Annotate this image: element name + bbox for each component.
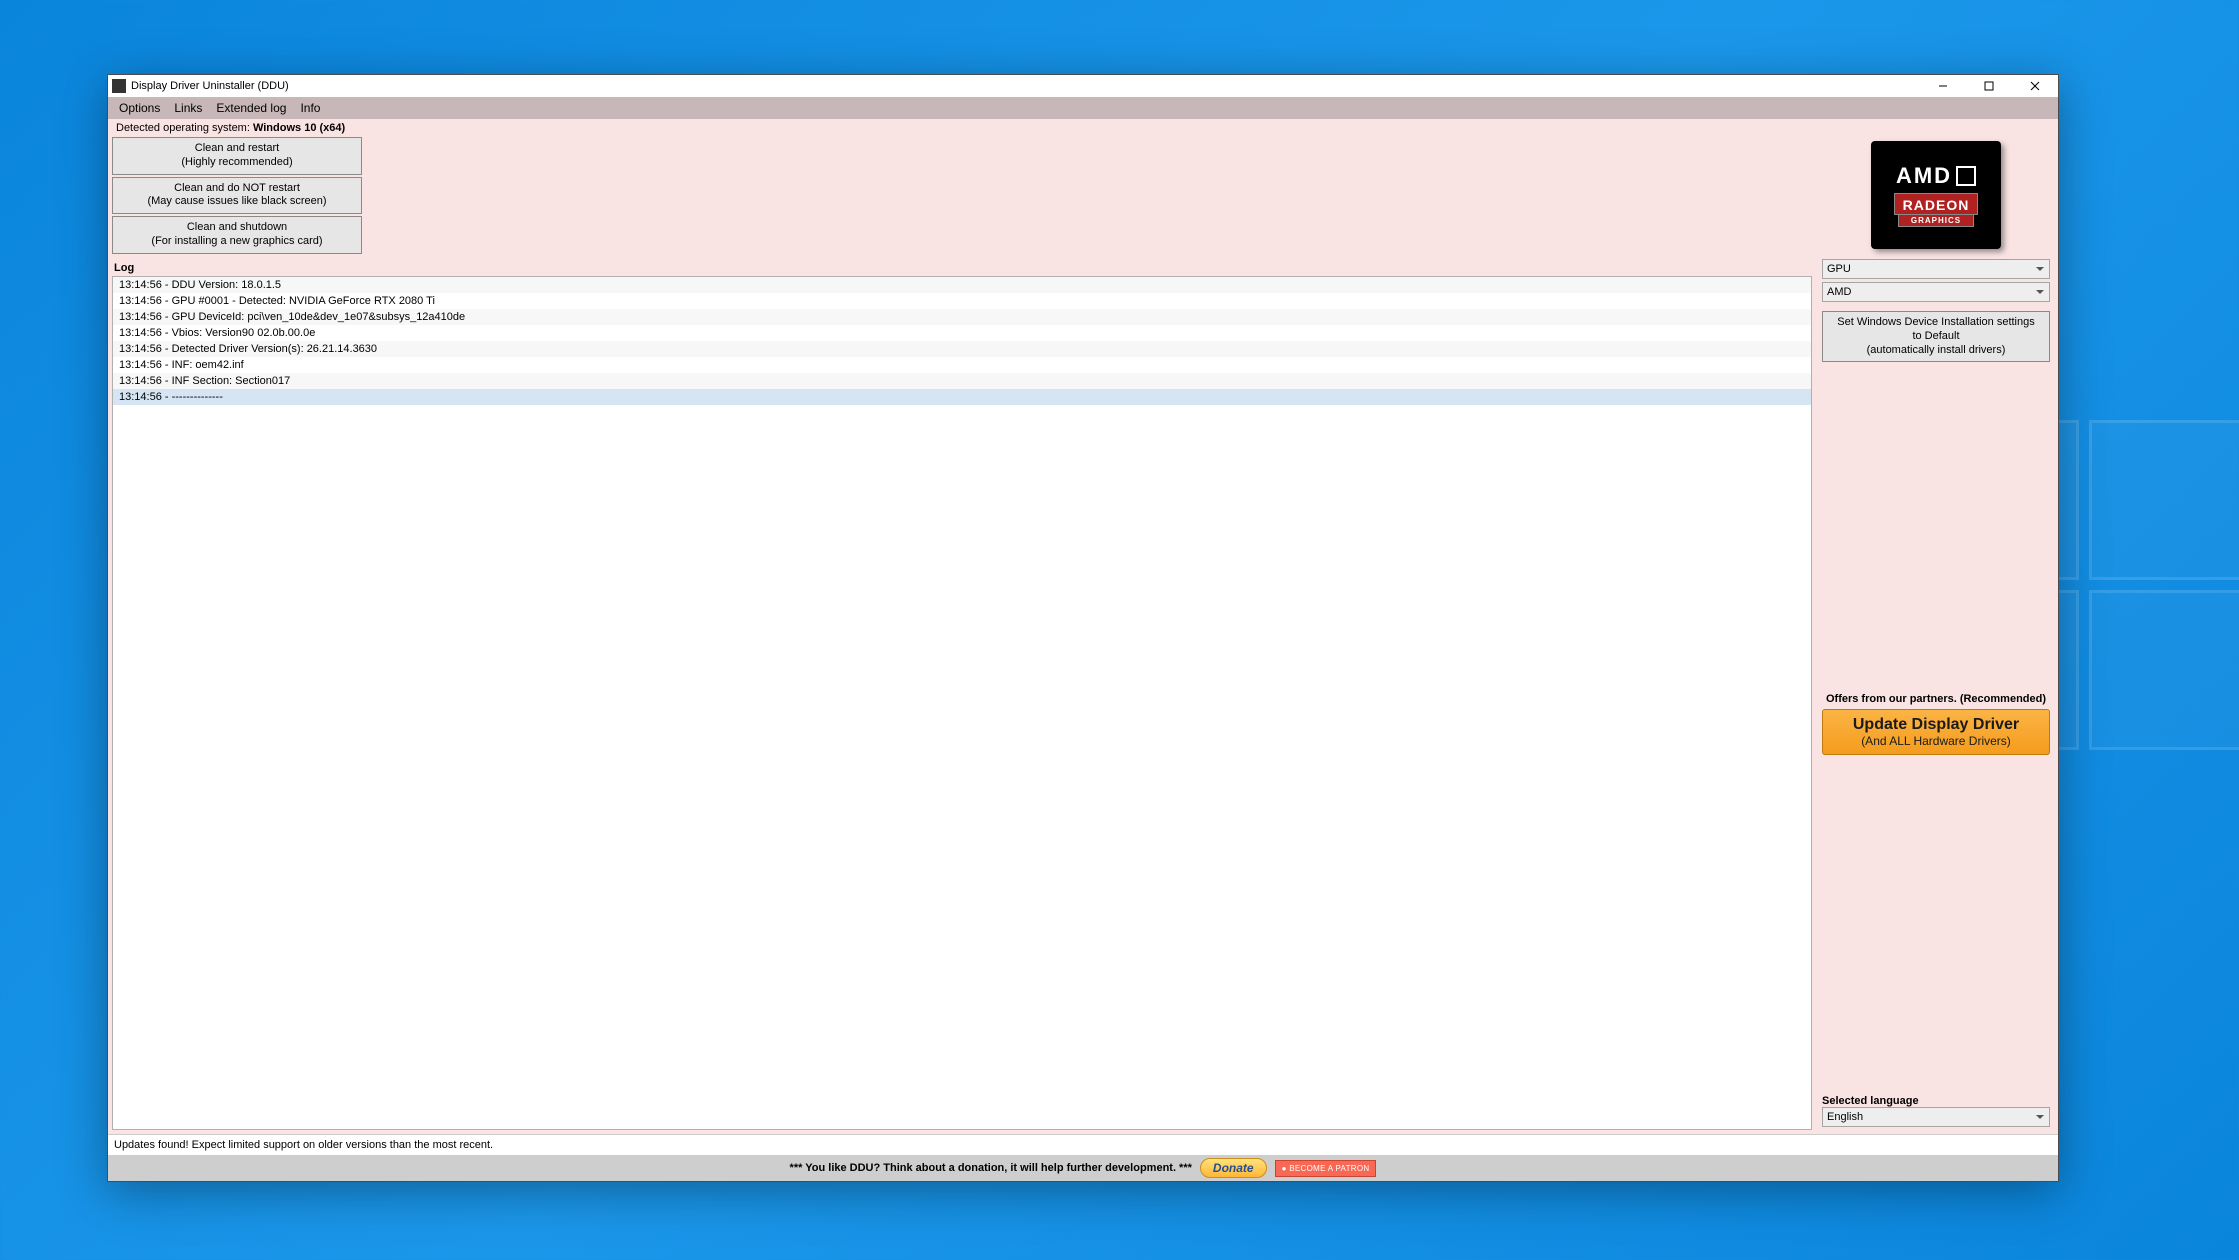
maximize-button[interactable]: [1966, 75, 2012, 97]
vendor-select[interactable]: AMD: [1822, 282, 2050, 302]
clean-and-shutdown-button[interactable]: Clean and shutdown (For installing a new…: [112, 216, 362, 254]
device-type-select[interactable]: GPU: [1822, 259, 2050, 279]
set-device-install-default-button[interactable]: Set Windows Device Installation settings…: [1822, 311, 2050, 362]
update-display-driver-button[interactable]: Update Display Driver (And ALL Hardware …: [1822, 709, 2050, 755]
language-label: Selected language: [1822, 1095, 2050, 1107]
clean-restart-line2: (Highly recommended): [115, 156, 359, 170]
menu-links[interactable]: Links: [167, 98, 209, 118]
vendor-logo: AMD RADEON GRAPHICS: [1871, 141, 2001, 249]
brand-radeon-text: RADEON: [1894, 193, 1979, 215]
language-select[interactable]: English: [1822, 1107, 2050, 1127]
clean-norestart-line2: (May cause issues like black screen): [115, 195, 359, 209]
os-detected-label: Detected operating system: Windows 10 (x…: [108, 119, 2058, 137]
os-prefix: Detected operating system:: [116, 122, 253, 134]
right-column: AMD RADEON GRAPHICS GPU AMD Set Windows …: [1822, 137, 2054, 1130]
log-entry[interactable]: 13:14:56 - INF Section: Section017: [113, 373, 1811, 389]
log-entry[interactable]: 13:14:56 - DDU Version: 18.0.1.5: [113, 277, 1811, 293]
update-driver-line1: Update Display Driver: [1827, 716, 2045, 734]
clean-restart-line1: Clean and restart: [115, 142, 359, 156]
menu-info[interactable]: Info: [293, 98, 327, 118]
window-title: Display Driver Uninstaller (DDU): [131, 80, 289, 92]
set-default-line3: (automatically install drivers): [1825, 344, 2047, 358]
vendor-value: AMD: [1827, 286, 1851, 298]
ddu-window: Display Driver Uninstaller (DDU) Options…: [107, 74, 2059, 1182]
update-driver-line2: (And ALL Hardware Drivers): [1827, 734, 2045, 748]
log-entry[interactable]: 13:14:56 - Vbios: Version90 02.0b.00.0e: [113, 325, 1811, 341]
set-default-line2: to Default: [1825, 330, 2047, 344]
offers-label: Offers from our partners. (Recommended): [1822, 693, 2050, 705]
clean-shutdown-line1: Clean and shutdown: [115, 221, 359, 235]
maximize-icon: [1984, 81, 1994, 91]
app-icon: [112, 79, 126, 93]
clean-no-restart-button[interactable]: Clean and do NOT restart (May cause issu…: [112, 177, 362, 215]
menubar: Options Links Extended log Info: [108, 97, 2058, 119]
status-text: Updates found! Expect limited support on…: [114, 1139, 493, 1151]
log-label: Log: [112, 260, 1812, 276]
clean-shutdown-line2: (For installing a new graphics card): [115, 235, 359, 249]
device-type-value: GPU: [1827, 263, 1851, 275]
close-icon: [2030, 81, 2040, 91]
clean-and-restart-button[interactable]: Clean and restart (Highly recommended): [112, 137, 362, 175]
brand-graphics-text: GRAPHICS: [1898, 215, 1974, 227]
donate-bar: *** You like DDU? Think about a donation…: [108, 1155, 2058, 1181]
titlebar[interactable]: Display Driver Uninstaller (DDU): [108, 75, 2058, 97]
log-entry[interactable]: 13:14:56 - --------------: [113, 389, 1811, 405]
log-entry[interactable]: 13:14:56 - GPU DeviceId: pci\ven_10de&de…: [113, 309, 1811, 325]
status-bar: Updates found! Expect limited support on…: [108, 1134, 2058, 1155]
set-default-line1: Set Windows Device Installation settings: [1825, 316, 2047, 330]
log-entry[interactable]: 13:14:56 - INF: oem42.inf: [113, 357, 1811, 373]
clean-norestart-line1: Clean and do NOT restart: [115, 182, 359, 196]
os-value: Windows 10 (x64): [253, 122, 345, 134]
menu-extended-log[interactable]: Extended log: [209, 98, 293, 118]
become-patron-button[interactable]: ● BECOME A PATRON: [1275, 1160, 1377, 1177]
menu-options[interactable]: Options: [112, 98, 167, 118]
brand-amd-text: AMD: [1896, 163, 1976, 189]
body: Detected operating system: Windows 10 (x…: [108, 119, 2058, 1181]
language-value: English: [1827, 1111, 1863, 1123]
close-button[interactable]: [2012, 75, 2058, 97]
log-entry[interactable]: 13:14:56 - Detected Driver Version(s): 2…: [113, 341, 1811, 357]
donate-button[interactable]: Donate: [1200, 1158, 1267, 1178]
log-list[interactable]: 13:14:56 - DDU Version: 18.0.1.513:14:56…: [112, 276, 1812, 1131]
log-entry[interactable]: 13:14:56 - GPU #0001 - Detected: NVIDIA …: [113, 293, 1811, 309]
donate-message: *** You like DDU? Think about a donation…: [790, 1162, 1192, 1174]
left-column: Clean and restart (Highly recommended) C…: [112, 137, 1812, 1130]
minimize-icon: [1938, 81, 1948, 91]
minimize-button[interactable]: [1920, 75, 1966, 97]
